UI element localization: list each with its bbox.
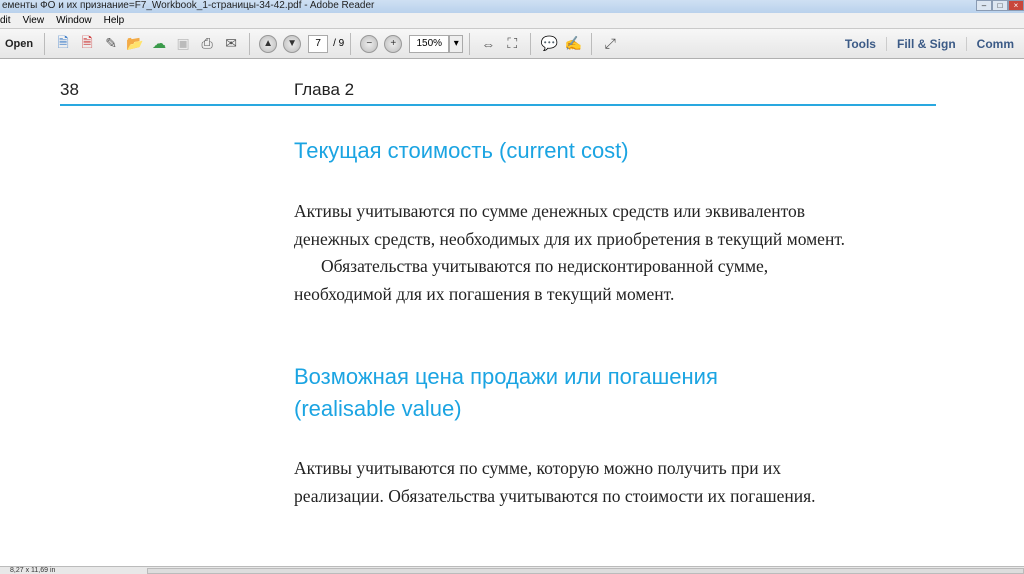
- separator: [469, 32, 471, 55]
- title-bar: ементы ФО и их признание=F7_Workbook_1-с…: [0, 0, 1024, 13]
- separator: [350, 32, 352, 55]
- open-button[interactable]: Open: [1, 33, 37, 55]
- cloud-upload-icon[interactable]: ☁: [148, 33, 170, 55]
- page-number-input[interactable]: 7: [308, 34, 329, 53]
- menu-window[interactable]: Window: [56, 13, 92, 28]
- comment-tab[interactable]: Comm: [965, 36, 1024, 51]
- open-folder-icon[interactable]: 📂: [124, 33, 146, 55]
- print-icon[interactable]: ⎙: [196, 33, 218, 55]
- fill-sign-tab[interactable]: Fill & Sign: [885, 36, 966, 51]
- create-pdf-icon[interactable]: 🗎: [52, 33, 74, 55]
- menu-view[interactable]: View: [23, 13, 45, 28]
- text-line: реализации. Обязательства учитываются по…: [294, 485, 816, 506]
- page-size: 8,27 x 11,69 in: [10, 567, 56, 574]
- email-icon[interactable]: ✉: [220, 33, 242, 55]
- zoom-out-button[interactable]: −: [360, 34, 379, 53]
- zoom-input[interactable]: 150%: [409, 34, 450, 53]
- section-heading: Текущая стоимость (current cost): [294, 138, 629, 163]
- menu-help[interactable]: Help: [104, 13, 125, 28]
- zoom-in-button[interactable]: +: [384, 34, 403, 53]
- fit-page-icon[interactable]: ⛶: [501, 33, 523, 55]
- menu-bar: dit View Window Help: [0, 13, 1024, 29]
- maximize-button[interactable]: □: [992, 0, 1008, 11]
- close-button[interactable]: ×: [1008, 0, 1024, 11]
- page-number: 38: [60, 80, 79, 99]
- separator: [44, 32, 46, 55]
- text-line: Активы учитываются по сумме денежных сре…: [294, 201, 806, 221]
- separator: [530, 32, 532, 55]
- edit-pdf-icon[interactable]: ✎: [100, 33, 122, 55]
- page-total: / 9: [333, 38, 345, 49]
- sticky-note-icon[interactable]: 💬: [538, 33, 560, 55]
- section-heading: Возможная цена продажи или погашения (re…: [294, 361, 718, 425]
- separator: [591, 32, 593, 55]
- text-line: Обязательства учитываются по недисконтир…: [321, 256, 769, 276]
- status-bar: 8,27 x 11,69 in: [0, 566, 1024, 574]
- next-page-button[interactable]: ▼: [283, 34, 302, 53]
- export-pdf-icon[interactable]: 🗎: [76, 33, 98, 55]
- menu-edit[interactable]: dit: [0, 13, 11, 28]
- toolbar: Open 🗎 🗎 ✎ 📂 ☁ ▣ ⎙ ✉ ▲ ▼ 7 / 9 − + 150% …: [0, 29, 1024, 59]
- previous-page-button[interactable]: ▲: [259, 34, 278, 53]
- separator: [249, 32, 251, 55]
- document-page: 38 Глава 2 Текущая стоимость (current co…: [0, 60, 1024, 566]
- heading-line: Возможная цена продажи или погашения: [294, 364, 718, 389]
- tools-tab[interactable]: Tools: [835, 37, 886, 51]
- minimize-button[interactable]: –: [976, 0, 992, 11]
- paragraph: Активы учитываются по сумме денежных сре…: [294, 198, 845, 308]
- header-rule: [60, 104, 936, 106]
- chapter-title: Глава 2: [294, 80, 355, 99]
- save-icon[interactable]: ▣: [172, 33, 194, 55]
- text-line: денежных средств, необходимых для их при…: [294, 228, 846, 249]
- read-mode-icon[interactable]: ⤢: [599, 33, 621, 55]
- zoom-dropdown-icon[interactable]: ▾: [449, 34, 464, 53]
- text-line: необходимой для их погашения в текущий м…: [294, 283, 675, 304]
- horizontal-scrollbar[interactable]: [147, 568, 1024, 574]
- heading-line: (realisable value): [294, 396, 462, 421]
- text-line: Активы учитываются по сумме, которую мож…: [294, 458, 782, 478]
- window-title: ементы ФО и их признание=F7_Workbook_1-с…: [2, 0, 375, 11]
- highlight-text-icon[interactable]: ✍: [562, 33, 584, 55]
- paragraph: Активы учитываются по сумме, которую мож…: [294, 455, 816, 510]
- fit-width-icon[interactable]: ⇔: [477, 33, 499, 55]
